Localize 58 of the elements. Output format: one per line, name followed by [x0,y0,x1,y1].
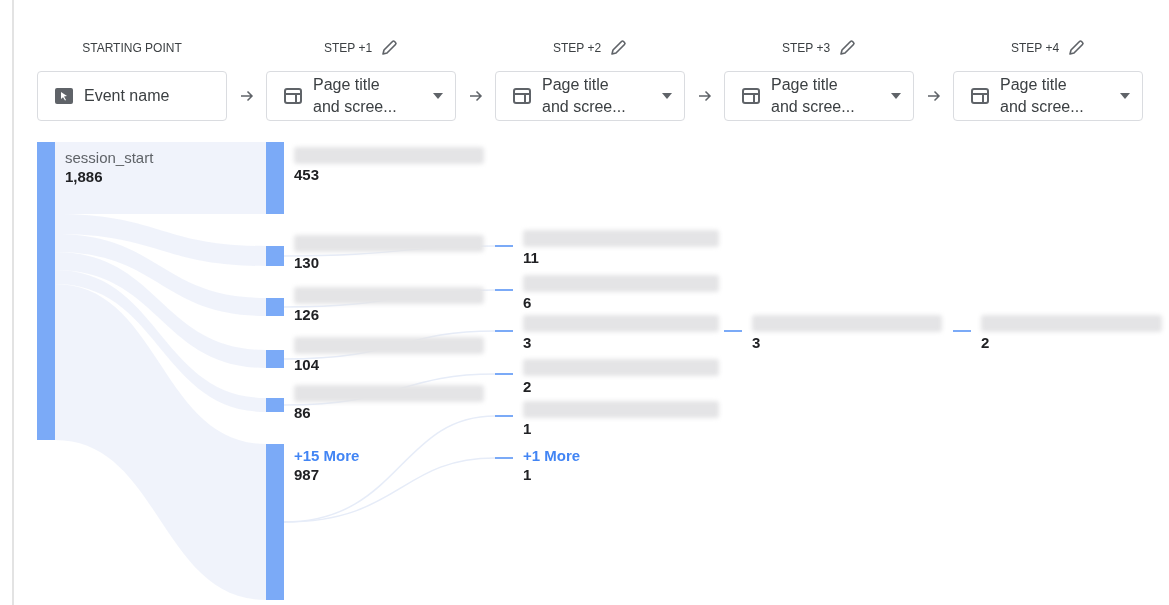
arrow-icon [468,89,483,103]
arrow-icon [926,89,941,103]
dimension-dropdown[interactable]: Page title and scree... [953,71,1143,121]
flow-dash [495,245,513,247]
dimension-dropdown[interactable]: Page title and scree... [495,71,685,121]
node-value: 126 [294,305,320,324]
layout-icon [512,87,532,105]
node-value: 86 [294,403,311,422]
step-title: STEP +1 [323,41,373,55]
node-value: 453 [294,165,320,184]
node-value: 1,886 [65,167,103,186]
dimension-dropdown[interactable]: Page title and scree... [266,71,456,121]
node-value: 130 [294,253,320,272]
step-title: STEP +3 [781,41,831,55]
flow-dash [495,457,513,459]
arrow-icon [239,89,254,103]
flow-dash [495,330,513,332]
pencil-icon[interactable] [380,39,399,57]
cursor-icon [54,87,74,105]
caret-icon [891,93,901,99]
step-title: STEP +4 [1010,41,1060,55]
node-value: 3 [752,333,761,352]
caret-icon [1120,93,1130,99]
node-value: 11 [523,248,539,267]
flow-bar [266,350,284,368]
dimension-dropdown[interactable]: Event name [37,71,227,121]
pencil-icon[interactable] [838,39,857,57]
more-link[interactable]: +1 More [523,446,581,465]
flow-dash [724,330,742,332]
caret-icon [433,93,443,99]
flow-bar [266,246,284,266]
caret-icon [662,93,672,99]
node-value: 2 [981,333,990,352]
layout-icon [283,87,303,105]
node-value: 2 [523,377,532,396]
flow-dash [953,330,971,332]
flow-bar [266,298,284,316]
node-label: session_start [65,148,154,167]
more-link[interactable]: +15 More [294,446,360,465]
flow-bar [266,398,284,412]
layout-icon [970,87,990,105]
flow-dash [495,289,513,291]
flow-dash [495,415,513,417]
pencil-icon[interactable] [1067,39,1086,57]
dimension-dropdown[interactable]: Page title and scree... [724,71,914,121]
flow-bar [266,142,284,214]
flow-dash [495,373,513,375]
node-value: 987 [294,465,320,484]
arrow-icon [697,89,712,103]
node-value: 1 [523,465,532,484]
pencil-icon[interactable] [609,39,628,57]
step-title: STARTING POINT [82,41,182,55]
node-value: 1 [523,419,532,438]
node-value: 3 [523,333,532,352]
step-title: STEP +2 [552,41,602,55]
layout-icon [741,87,761,105]
node-value: 104 [294,355,320,374]
node-value: 6 [523,293,532,312]
